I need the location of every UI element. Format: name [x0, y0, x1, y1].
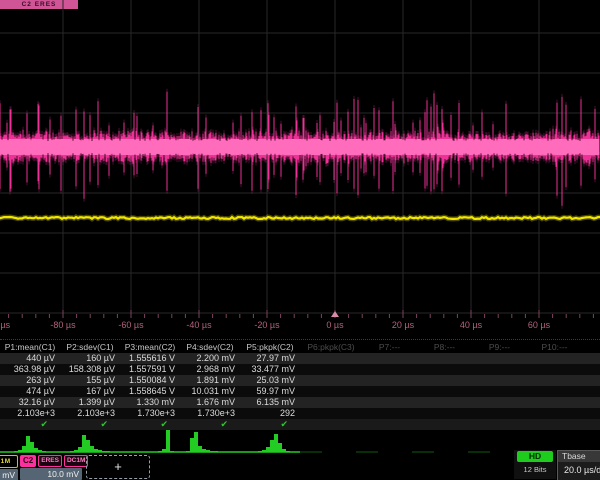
- timebase-value: 20.0 µs/div: [558, 462, 600, 478]
- measure-row: 32.16 µV 1.399 µV 1.330 mV 1.676 mV 6.135 mV: [0, 397, 600, 408]
- timebase-label: Tbase: [558, 451, 600, 462]
- measure-cell: 167 µV: [60, 386, 115, 397]
- measure-cell: 1.557591 V: [120, 364, 175, 375]
- time-axis-ticks: [0, 310, 593, 318]
- measure-param-header[interactable]: P4:sdev(C2): [180, 341, 240, 353]
- measure-param-header[interactable]: P2:sdev(C1): [60, 341, 120, 353]
- measure-cell: 363.98 µV: [0, 364, 55, 375]
- measure-cell: 155 µV: [60, 375, 115, 386]
- timebase-descriptor[interactable]: Tbase 20.0 µs/div: [557, 450, 600, 480]
- c1-vdiv-value: 0 mV: [0, 469, 18, 480]
- measure-cell: 292: [240, 408, 295, 419]
- measure-cell: 1.558645 V: [120, 386, 175, 397]
- time-axis-label: -60 µs: [109, 320, 153, 330]
- measure-cell: 1.730e+3: [180, 408, 235, 419]
- measure-cell: 440 µV: [0, 353, 55, 364]
- measure-cell: 160 µV: [60, 353, 115, 364]
- measure-cell: 1.891 mV: [180, 375, 235, 386]
- measure-row: 263 µV 155 µV 1.550084 V 1.891 mV 25.03 mV: [0, 375, 600, 386]
- oscilloscope-screen: C2 ERES -100 µs -80 µs -60 µs -40 µs -20 µs 0…: [0, 0, 600, 480]
- hd-bits-label: 12 Bits: [514, 465, 556, 474]
- time-axis-label: -40 µs: [177, 320, 221, 330]
- measure-param-header[interactable]: P5:pkpk(C2): [240, 341, 300, 353]
- add-trace-button[interactable]: +: [86, 455, 150, 479]
- measure-cell: 32.16 µV: [0, 397, 55, 408]
- measure-cell: 10.031 mV: [180, 386, 235, 397]
- measure-param-header-unused[interactable]: P8:---: [417, 341, 472, 353]
- time-axis-label: 40 µs: [449, 320, 493, 330]
- trigger-time-marker[interactable]: [331, 311, 339, 317]
- measure-cell: 25.03 mV: [240, 375, 295, 386]
- c1-coupling-badge: DC1M: [0, 456, 14, 467]
- measure-cell: 1.555616 V: [120, 353, 175, 364]
- measure-cell: 1.330 mV: [120, 397, 175, 408]
- measure-cell: 1.550084 V: [120, 375, 175, 386]
- measure-cell: 2.968 mV: [180, 364, 235, 375]
- time-axis-label: -20 µs: [245, 320, 289, 330]
- measure-cell: 2.103e+3: [0, 408, 55, 419]
- measurement-table: P1:mean(C1)P2:sdev(C1)P3:mean(C2)P4:sdev…: [0, 339, 600, 430]
- c1-descriptor[interactable]: C1 DC1M 0 mV: [0, 455, 18, 480]
- time-axis-label: -100 µs: [0, 320, 17, 330]
- measure-cell: 33.477 mV: [240, 364, 295, 375]
- c2-trace-core: [0, 139, 599, 155]
- measure-cell: 27.97 mV: [240, 353, 295, 364]
- measure-cell: 6.135 mV: [240, 397, 295, 408]
- measure-row: 474 µV 167 µV 1.558645 V 10.031 mV 59.97 mV: [0, 386, 600, 397]
- c2-vdiv-value: 10.0 mV: [20, 468, 82, 480]
- measure-cell: 2.103e+3: [60, 408, 115, 419]
- time-axis-label: 60 µs: [517, 320, 561, 330]
- measure-param-header-unused[interactable]: P11: [592, 341, 600, 353]
- measure-param-header[interactable]: P1:mean(C1): [0, 341, 60, 353]
- measure-param-header-unused[interactable]: P6:pkpk(C3): [300, 341, 362, 353]
- measure-cell: 1.730e+3: [120, 408, 175, 419]
- c1-trace: [0, 217, 600, 219]
- time-axis-label: 20 µs: [381, 320, 425, 330]
- waveform-graticule: [0, 0, 600, 336]
- measure-param-header[interactable]: P3:mean(C2): [120, 341, 180, 353]
- c2-channel-badge: C2: [20, 455, 36, 467]
- measure-param-header-unused[interactable]: P7:---: [362, 341, 417, 353]
- measure-cell: 2.200 mV: [180, 353, 235, 364]
- measure-cell: 158.308 µV: [60, 364, 115, 375]
- measure-row: 2.103e+3 2.103e+3 1.730e+3 1.730e+3 292: [0, 408, 600, 419]
- measure-cell: 263 µV: [0, 375, 55, 386]
- bottom-descriptor-strip: C1 DC1M 0 mV C2 ERES DC1M 10.0 mV + HD 1…: [0, 449, 600, 480]
- measure-param-header-unused[interactable]: P9:---: [472, 341, 527, 353]
- measure-cell: 1.676 mV: [180, 397, 235, 408]
- measure-cell: 474 µV: [0, 386, 55, 397]
- hd-badge: HD: [517, 451, 553, 462]
- measure-row: 440 µV 160 µV 1.555616 V 2.200 mV 27.97 mV: [0, 353, 600, 364]
- hd-mode-indicator: HD 12 Bits: [514, 450, 556, 479]
- time-axis-label: -80 µs: [41, 320, 85, 330]
- measure-cell: 1.399 µV: [60, 397, 115, 408]
- c2-eres-badge: ERES: [38, 455, 62, 467]
- c2-descriptor[interactable]: C2 ERES DC1M 10.0 mV: [20, 455, 82, 480]
- time-axis-label: 0 µs: [313, 320, 357, 330]
- c2-coupling-badge: DC1M: [64, 455, 88, 467]
- measure-cell: 59.97 mV: [240, 386, 295, 397]
- measure-row: 363.98 µV 158.308 µV 1.557591 V 2.968 mV 33.…: [0, 364, 600, 375]
- measure-param-header-unused[interactable]: P10:---: [527, 341, 582, 353]
